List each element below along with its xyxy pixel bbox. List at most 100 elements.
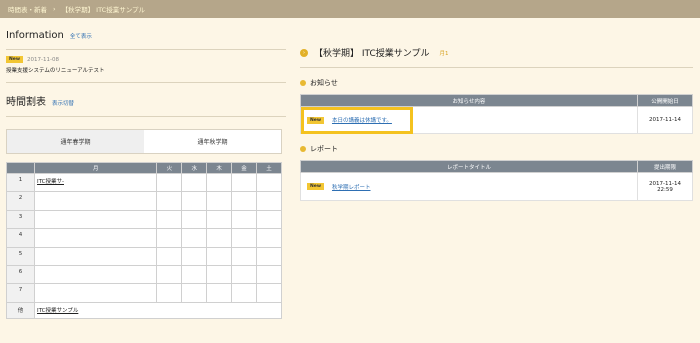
divider: [6, 49, 286, 50]
day-header: 火: [156, 162, 183, 174]
day-header: 金: [231, 162, 258, 174]
period-label-other: 他: [6, 301, 35, 319]
timetable-cell: [181, 228, 208, 248]
timetable-row: 4: [6, 228, 282, 248]
top-breadcrumb-bar: 時間表・新着 › 【秋学期】 ITC授業サンプル: [0, 0, 700, 18]
timetable-cell: [181, 264, 208, 285]
table-row: New 本日の講義は休講です。 2017-11-14: [300, 106, 693, 134]
other-course-link[interactable]: ITC授業サンプル: [37, 308, 78, 314]
timetable-cell: [231, 209, 258, 230]
notices-table: お知らせ内容 公開開始日 New 本日の講義は休講です。 2017-11-14: [300, 94, 693, 134]
right-column: › 【秋学期】 ITC授業サンプル 月1 お知らせ お知らせ内容 公開開始日 N…: [300, 46, 693, 201]
period-label: 1: [6, 172, 35, 193]
timetable-cell: [33, 283, 158, 303]
timetable-cell: [256, 264, 282, 285]
information-item-title[interactable]: 授業支援システムのリニューアルテスト: [6, 66, 286, 74]
timetable-cell: [206, 172, 233, 193]
divider: [6, 82, 286, 83]
timetable-cell: [231, 228, 258, 248]
timetable-corner: [6, 162, 35, 174]
new-badge: New: [6, 56, 23, 63]
timetable-cell: [181, 246, 208, 266]
timetable-cell: [256, 191, 282, 211]
reports-table: レポートタイトル 提出期限 New 秋学期レポート 2017-11-14 22:…: [300, 160, 693, 201]
timetable-cell: [156, 172, 183, 193]
tab-spring[interactable]: 通年春学期: [7, 130, 144, 153]
timetable-cell: [206, 209, 233, 230]
breadcrumb-home-link[interactable]: 時間表・新着: [8, 4, 47, 14]
notice-content-header: お知らせ内容: [300, 94, 638, 107]
timetable-row: 7: [6, 283, 282, 303]
show-all-link[interactable]: 全て表示: [70, 32, 92, 40]
timetable-cell: [256, 228, 282, 248]
timetable-cell: [181, 283, 208, 303]
notice-item: New 本日の講義は休講です。: [301, 116, 637, 124]
timetable-cell: [33, 264, 158, 285]
timetable-header: 時間割表 表示切替: [6, 93, 286, 108]
divider: [6, 116, 286, 117]
course-link[interactable]: ITC授業サ-: [37, 179, 64, 185]
left-column: Information 全て表示 New 2017-11-08 授業支援システム…: [6, 30, 286, 319]
timetable-title: 時間割表: [6, 97, 46, 108]
day-header: 土: [256, 162, 282, 174]
timetable-cell: ITC授業サ-: [33, 172, 158, 193]
day-header: 水: [181, 162, 208, 174]
timetable-cell: [156, 228, 183, 248]
report-title-header: レポートタイトル: [300, 160, 638, 173]
bullet-dot-icon: [300, 146, 306, 152]
notice-cell: New 本日の講義は休講です。: [300, 106, 638, 134]
breadcrumb-separator: ›: [53, 5, 56, 13]
timetable-cell: [181, 172, 208, 193]
timetable-cell: [156, 191, 183, 211]
report-deadline-time: 22:59: [657, 186, 673, 193]
reports-title: レポート: [310, 145, 338, 153]
timetable-grid: 月 火 水 木 金 土 1 ITC授業サ- 2 3 4 5 6 7 他 ITC授…: [6, 162, 282, 319]
timetable-cell: [256, 172, 282, 193]
table-row: New 秋学期レポート 2017-11-14 22:59: [300, 172, 693, 201]
timetable-cell: [206, 264, 233, 285]
timetable-cell: [256, 246, 282, 266]
timetable-cell: [181, 191, 208, 211]
notice-date-header: 公開開始日: [637, 94, 693, 107]
timetable-cell: [231, 191, 258, 211]
period-label: 3: [6, 209, 35, 230]
information-header: Information 全て表示: [6, 30, 286, 41]
breadcrumb-course-link[interactable]: 【秋学期】 ITC授業サンプル: [62, 4, 145, 14]
period-label: 5: [6, 246, 35, 266]
timetable-cell: [231, 246, 258, 266]
period-label: 2: [6, 191, 35, 211]
toggle-view-link[interactable]: 表示切替: [52, 99, 74, 107]
report-item: New 秋学期レポート: [301, 183, 637, 191]
course-title: 【秋学期】 ITC授業サンプル: [314, 49, 430, 59]
information-item-meta: New 2017-11-08: [6, 56, 286, 63]
notice-link[interactable]: 本日の講義は休講です。: [332, 116, 392, 124]
timetable-row: 3: [6, 209, 282, 230]
other-courses-cell: ITC授業サンプル: [34, 301, 282, 319]
timetable-cell: [181, 209, 208, 230]
timetable-cell: [33, 209, 158, 230]
timetable-row: 6: [6, 264, 282, 285]
information-date: 2017-11-08: [26, 56, 59, 63]
timetable-cell: [156, 264, 183, 285]
timetable-cell: [33, 228, 158, 248]
course-period: 月1: [439, 50, 449, 57]
timetable-row: 5: [6, 246, 282, 266]
new-badge: New: [307, 183, 324, 190]
divider: [300, 67, 693, 68]
tab-autumn[interactable]: 通年秋学期: [144, 130, 281, 153]
notices-title: お知らせ: [310, 79, 338, 87]
timetable-cell: [231, 283, 258, 303]
chevron-right-icon: ›: [300, 48, 308, 57]
period-label: 7: [6, 283, 35, 303]
day-header: 木: [206, 162, 233, 174]
timetable-cell: [206, 246, 233, 266]
timetable-cell: [206, 191, 233, 211]
report-deadline: 2017-11-14 22:59: [637, 172, 693, 201]
timetable-cell: [33, 191, 158, 211]
timetable-cell: [156, 283, 183, 303]
timetable-row-other: 他 ITC授業サンプル: [6, 301, 282, 319]
timetable-cell: [33, 246, 158, 266]
semester-tabs: 通年春学期 通年秋学期: [6, 129, 282, 154]
report-link[interactable]: 秋学期レポート: [332, 183, 371, 191]
information-title: Information: [6, 30, 64, 41]
